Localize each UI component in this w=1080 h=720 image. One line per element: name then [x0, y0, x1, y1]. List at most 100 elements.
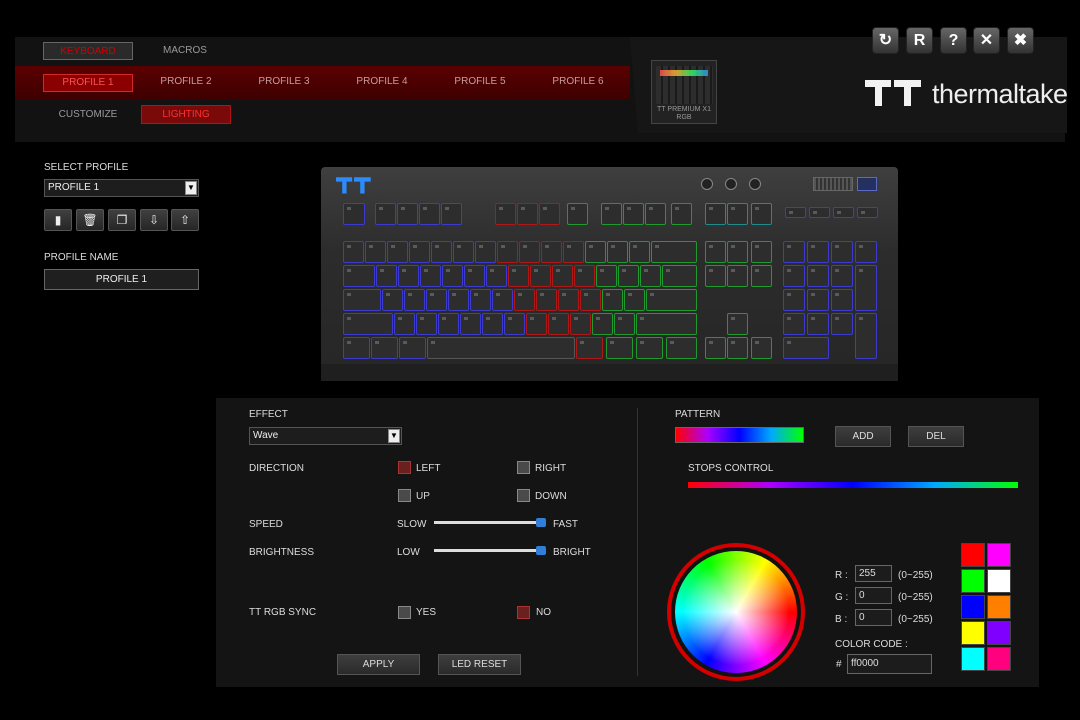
- stops-control-bar[interactable]: [688, 482, 1018, 488]
- direction-right-checkbox[interactable]: [517, 461, 530, 474]
- new-profile-button[interactable]: ▮: [44, 209, 72, 231]
- sync-yes-checkbox[interactable]: [398, 606, 411, 619]
- tab-profile-6[interactable]: PROFILE 6: [533, 74, 623, 92]
- color-swatch[interactable]: [961, 647, 985, 671]
- color-swatch[interactable]: [961, 543, 985, 567]
- direction-left-label: LEFT: [416, 463, 441, 474]
- direction-down-checkbox[interactable]: [517, 489, 530, 502]
- keyboard-key: [636, 337, 663, 359]
- color-swatch[interactable]: [987, 543, 1011, 567]
- device-image: [656, 66, 713, 104]
- keyboard-key: [442, 265, 463, 287]
- tab-profile-5[interactable]: PROFILE 5: [435, 74, 525, 92]
- device-thumbnail[interactable]: TT PREMIUM X1 RGB: [651, 60, 717, 124]
- keyboard-key: [596, 265, 617, 287]
- profile-select[interactable]: PROFILE 1 ▼: [44, 179, 199, 197]
- g-label: G :: [835, 592, 849, 603]
- color-swatch[interactable]: [961, 595, 985, 619]
- direction-right-label: RIGHT: [535, 463, 567, 474]
- tab-profile-4[interactable]: PROFILE 4: [337, 74, 427, 92]
- reset-button[interactable]: R: [906, 27, 933, 54]
- speed-slider-track: [434, 521, 544, 524]
- sync-no-checkbox[interactable]: [517, 606, 530, 619]
- keyboard-key: [636, 313, 697, 335]
- refresh-button[interactable]: ↻: [872, 27, 899, 54]
- delete-pattern-button[interactable]: DEL: [908, 426, 964, 447]
- keyboard-key: [601, 203, 622, 225]
- add-pattern-button[interactable]: ADD: [835, 426, 891, 447]
- keyboard-key: [504, 313, 525, 335]
- keyboard-key: [427, 337, 575, 359]
- settings-button[interactable]: ✖: [1007, 27, 1034, 54]
- tab-profile-3[interactable]: PROFILE 3: [239, 74, 329, 92]
- speed-min-label: SLOW: [397, 519, 427, 530]
- keyboard-key: [855, 241, 877, 263]
- tab-profile-2[interactable]: PROFILE 2: [141, 74, 231, 92]
- keyboard-key: [671, 203, 692, 225]
- pattern-label: PATTERN: [675, 409, 721, 420]
- keyboard-key: [751, 241, 772, 263]
- tab-keyboard[interactable]: KEYBOARD: [43, 42, 133, 60]
- keyboard-key: [475, 241, 496, 263]
- keyboard-key: [371, 337, 398, 359]
- media-button: [725, 178, 737, 190]
- speed-slider-thumb[interactable]: [536, 518, 546, 527]
- color-swatch[interactable]: [987, 647, 1011, 671]
- blue-input[interactable]: 0: [855, 609, 892, 626]
- keyboard-key: [705, 203, 726, 225]
- copy-profile-button[interactable]: ❐: [108, 209, 136, 231]
- led-reset-button[interactable]: LED RESET: [438, 654, 521, 675]
- delete-profile-button[interactable]: 🗑: [76, 209, 104, 231]
- media-button: [701, 178, 713, 190]
- color-code-input[interactable]: ff0000: [847, 654, 932, 674]
- trash-icon: 🗑: [82, 213, 98, 227]
- keyboard-key: [404, 289, 425, 311]
- color-swatch[interactable]: [987, 621, 1011, 645]
- red-input[interactable]: 255: [855, 565, 892, 582]
- keyboard-key: [420, 265, 441, 287]
- brightness-min-label: LOW: [397, 547, 420, 558]
- brightness-slider-thumb[interactable]: [536, 546, 546, 555]
- direction-left-checkbox[interactable]: [398, 461, 411, 474]
- import-profile-button[interactable]: ⇩: [140, 209, 168, 231]
- keyboard-key: [623, 203, 644, 225]
- tt-logo-icon: [865, 80, 921, 106]
- tab-macros[interactable]: MACROS: [140, 42, 230, 60]
- keyboard-key: [783, 289, 805, 311]
- sync-no-label: NO: [536, 607, 551, 618]
- pattern-gradient[interactable]: [675, 427, 804, 443]
- color-wheel[interactable]: [675, 551, 797, 673]
- direction-up-checkbox[interactable]: [398, 489, 411, 502]
- keyboard-key: [464, 265, 485, 287]
- apply-button[interactable]: APPLY: [337, 654, 420, 675]
- effect-select[interactable]: Wave ▼: [249, 427, 402, 445]
- close-button[interactable]: ✕: [973, 27, 1000, 54]
- export-profile-button[interactable]: ⇧: [171, 209, 199, 231]
- tab-customize[interactable]: CUSTOMIZE: [43, 106, 133, 124]
- keyboard-key: [470, 289, 491, 311]
- keyboard-key: [646, 289, 697, 311]
- keyboard-key: [492, 289, 513, 311]
- color-swatch[interactable]: [961, 569, 985, 593]
- keyboard-key: [426, 289, 447, 311]
- mute-key: [857, 177, 877, 191]
- brightness-slider[interactable]: [434, 545, 549, 556]
- speed-slider[interactable]: [434, 517, 549, 528]
- keyboard-logo-icon: [336, 177, 371, 194]
- keyboard-key: [495, 203, 516, 225]
- keyboard-key: [618, 265, 639, 287]
- green-input[interactable]: 0: [855, 587, 892, 604]
- tab-profile-1[interactable]: PROFILE 1: [43, 74, 133, 92]
- speed-max-label: FAST: [553, 519, 579, 530]
- tab-lighting[interactable]: LIGHTING: [141, 105, 231, 124]
- select-profile-label: SELECT PROFILE: [44, 162, 129, 173]
- keyboard-key: [343, 313, 393, 335]
- profile-name-input[interactable]: PROFILE 1: [44, 269, 199, 290]
- color-swatch[interactable]: [987, 569, 1011, 593]
- color-swatch[interactable]: [961, 621, 985, 645]
- keyboard-key: [751, 203, 772, 225]
- color-swatch[interactable]: [987, 595, 1011, 619]
- keyboard-key: [409, 241, 430, 263]
- keyboard-key: [519, 241, 540, 263]
- help-button[interactable]: ?: [940, 27, 967, 54]
